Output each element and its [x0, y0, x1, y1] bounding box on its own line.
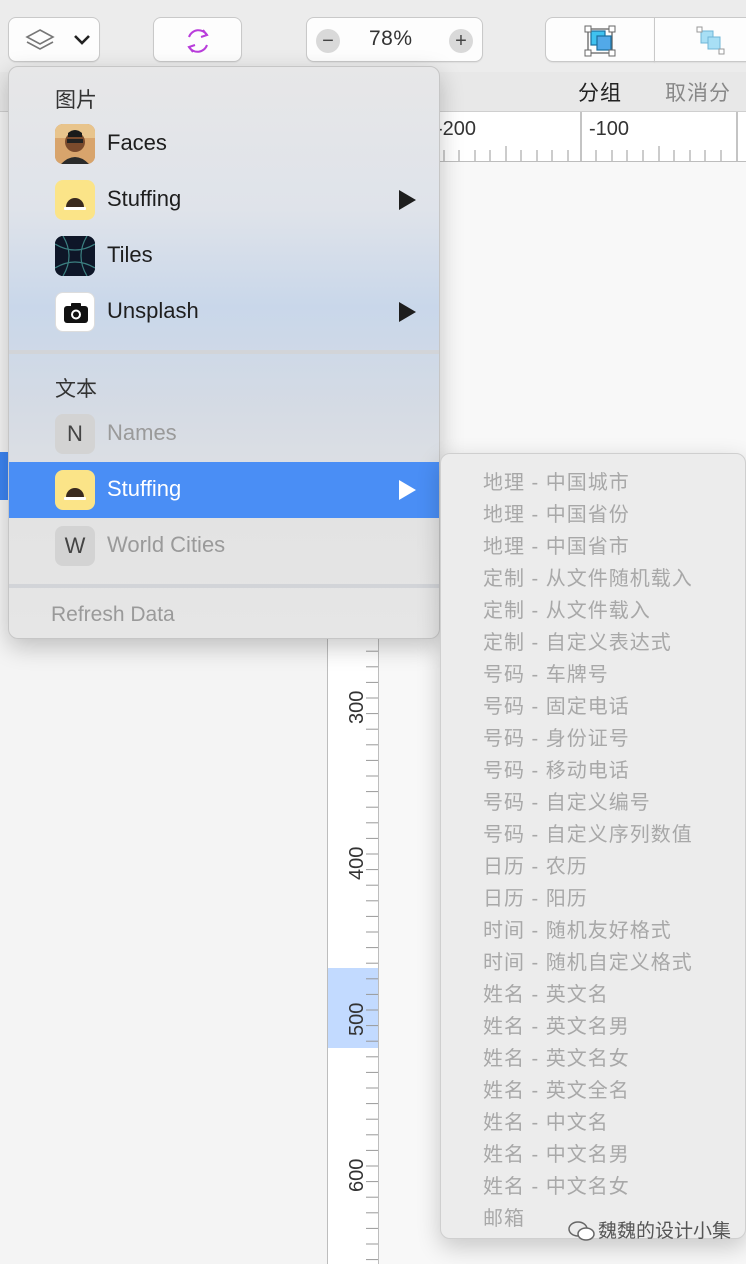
menu-item-stuffing-text[interactable]: Stuffing — [9, 462, 439, 518]
section-header-images: 图片 — [55, 89, 97, 112]
submenu-item[interactable]: 号码 - 身份证号 — [483, 722, 630, 754]
menu-item-names[interactable]: N Names — [9, 406, 439, 462]
submenu-item[interactable]: 邮箱 — [483, 1202, 525, 1234]
menu-item-label: Names — [107, 420, 177, 445]
toolbar: − 78% + — [0, 0, 746, 72]
ruler-label: -200 — [436, 118, 477, 140]
camera-icon — [55, 292, 95, 332]
watermark: 魏魏的设计小集 — [598, 1221, 732, 1242]
data-menu: 图片 Faces Stuffing Tiles Unsplash 文本 N Na… — [8, 66, 440, 639]
ruler-label: -100 — [589, 118, 630, 140]
submenu-arrow-icon — [399, 302, 416, 322]
ruler-label: 300 — [346, 690, 368, 724]
menu-item-label: Stuffing — [107, 186, 182, 211]
refresh-icon — [187, 29, 209, 53]
menu-divider — [9, 350, 439, 354]
chevron-down-icon — [74, 35, 90, 45]
submenu-item[interactable]: 地理 - 中国省份 — [483, 498, 630, 530]
group-icon — [584, 25, 616, 57]
submenu-item[interactable]: 姓名 - 中文名男 — [483, 1138, 630, 1170]
submenu-item[interactable]: 号码 - 移动电话 — [483, 754, 630, 786]
wechat-icon — [568, 1221, 595, 1241]
menu-item-label: Tiles — [107, 242, 153, 267]
submenu-item[interactable]: 号码 - 固定电话 — [483, 690, 630, 722]
menu-item-label: World Cities — [107, 532, 226, 557]
faces-icon — [55, 124, 95, 164]
insert-layer-button[interactable] — [8, 17, 100, 62]
layers-icon — [25, 29, 55, 50]
group-label: 分组 — [578, 82, 622, 105]
menu-item-stuffing-image[interactable]: Stuffing — [9, 172, 439, 228]
submenu-item[interactable]: 姓名 - 中文名女 — [483, 1170, 630, 1202]
submenu-item[interactable]: 定制 - 从文件载入 — [483, 594, 651, 626]
ungroup-button[interactable] — [654, 17, 746, 62]
submenu-item[interactable]: 地理 - 中国省市 — [483, 530, 630, 562]
menu-item-label: Stuffing — [107, 476, 182, 501]
menu-item-faces[interactable]: Faces — [9, 116, 439, 172]
zoom-out-button[interactable]: − — [316, 29, 340, 53]
submenu-item[interactable]: 姓名 - 英文名男 — [483, 1010, 630, 1042]
tiles-icon — [55, 236, 95, 276]
submenu-item[interactable]: 号码 - 自定义编号 — [483, 786, 651, 818]
selected-layer-indicator — [0, 452, 8, 500]
submenu-item[interactable]: 时间 - 随机自定义格式 — [483, 946, 693, 978]
names-letter-icon: N — [55, 414, 95, 454]
refresh-button[interactable] — [153, 17, 242, 62]
menu-divider — [9, 584, 439, 588]
ruler-label: 400 — [346, 846, 368, 880]
stuffing-icon — [55, 180, 95, 220]
zoom-level: 78% — [369, 27, 413, 50]
zoom-control: − 78% + — [306, 17, 483, 62]
stuffing-submenu: 地理 - 中国城市 地理 - 中国省份 地理 - 中国省市 定制 - 从文件随机载入定… — [440, 453, 746, 1239]
ruler-label: 500 — [346, 1002, 368, 1036]
zoom-in-button[interactable]: + — [449, 29, 473, 53]
submenu-item[interactable]: 定制 - 自定义表达式 — [483, 626, 672, 658]
submenu-item[interactable]: 姓名 - 英文名 — [483, 978, 609, 1010]
submenu-item[interactable]: 时间 - 随机友好格式 — [483, 914, 672, 946]
submenu-item[interactable]: 定制 - 从文件随机载入 — [483, 562, 693, 594]
ruler-ticks — [443, 112, 738, 161]
ungroup-icon — [696, 26, 725, 55]
world-cities-letter-icon: W — [55, 526, 95, 566]
stuffing-icon — [55, 470, 95, 510]
vertical-ruler: 300 400 500 600 — [327, 620, 379, 1264]
submenu-item[interactable]: 号码 - 自定义序列数值 — [483, 818, 693, 850]
submenu-item[interactable]: 日历 - 阳历 — [483, 882, 588, 914]
submenu-arrow-icon — [399, 480, 416, 500]
submenu-item[interactable]: 姓名 - 中文名 — [483, 1106, 609, 1138]
horizontal-ruler: -200 -100 — [430, 112, 746, 162]
menu-item-unsplash[interactable]: Unsplash — [9, 284, 439, 340]
section-header-text: 文本 — [55, 378, 97, 401]
submenu-item[interactable]: 姓名 - 英文全名 — [483, 1074, 630, 1106]
menu-item-world-cities[interactable]: W World Cities — [9, 518, 439, 574]
menu-item-label: Unsplash — [107, 298, 199, 323]
submenu-item[interactable]: 姓名 - 英文名女 — [483, 1042, 630, 1074]
menu-item-tiles[interactable]: Tiles — [9, 228, 439, 284]
menu-item-label: Faces — [107, 130, 167, 155]
submenu-arrow-icon — [399, 190, 416, 210]
refresh-data-item[interactable]: Refresh Data — [51, 603, 175, 627]
ruler-label: 600 — [346, 1158, 368, 1192]
group-button[interactable] — [545, 17, 655, 62]
submenu-item[interactable]: 日历 - 农历 — [483, 850, 588, 882]
submenu-item[interactable]: 号码 - 车牌号 — [483, 658, 609, 690]
submenu-item[interactable]: 地理 - 中国城市 — [483, 466, 630, 498]
